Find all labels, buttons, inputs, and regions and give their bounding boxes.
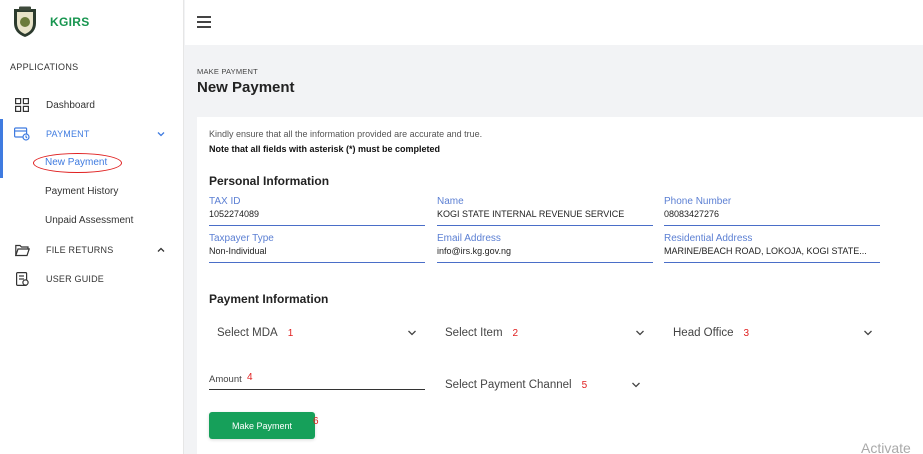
annotation-number: 4 xyxy=(247,372,253,383)
field-value: 1052274089 xyxy=(209,209,260,219)
field-value: KOGI STATE INTERNAL REVENUE SERVICE xyxy=(437,209,625,219)
office-select[interactable]: Head Office 3 xyxy=(673,322,873,344)
payment-channel-select[interactable]: Select Payment Channel 5 xyxy=(445,374,641,396)
field-label: Taxpayer Type xyxy=(209,233,274,244)
sidebar: KGIRS APPLICATIONS Dashboard PAYMENT New… xyxy=(0,0,184,454)
email-field[interactable]: Email Address info@irs.kg.gov.ng xyxy=(437,233,653,263)
select-label: Select Payment Channel xyxy=(445,379,572,391)
annotation-number: 1 xyxy=(287,327,294,339)
tax-id-field[interactable]: TAX ID 1052274089 xyxy=(209,196,425,226)
chevron-down-icon xyxy=(157,132,165,137)
chevron-down-icon xyxy=(636,330,644,336)
select-label: Select MDA xyxy=(217,327,278,339)
highlight-circle xyxy=(33,153,122,173)
guide-icon xyxy=(14,271,30,287)
kgirs-logo xyxy=(14,6,36,37)
residential-address-field[interactable]: Residential Address MARINE/BEACH ROAD, L… xyxy=(664,233,880,263)
chevron-down-icon xyxy=(408,330,416,336)
field-value: Non-Individual xyxy=(209,246,267,256)
brand-name: KGIRS xyxy=(50,15,90,29)
instruction-note: Kindly ensure that all the information p… xyxy=(209,129,483,139)
annotation-number: 5 xyxy=(581,379,588,391)
item-select[interactable]: Select Item 2 xyxy=(445,322,645,344)
folder-icon xyxy=(14,242,30,258)
mda-select[interactable]: Select MDA 1 xyxy=(217,322,417,344)
field-value: info@irs.kg.gov.ng xyxy=(437,246,512,256)
sidebar-subitem-payment-history[interactable]: Payment History xyxy=(45,186,118,197)
sidebar-item-file-returns[interactable]: FILE RETURNS xyxy=(0,237,184,263)
select-label: Select Item xyxy=(445,327,503,339)
annotation-number: 6 xyxy=(313,416,319,427)
field-label: Phone Number xyxy=(664,196,732,207)
sidebar-item-label: Dashboard xyxy=(46,99,95,111)
chevron-up-icon xyxy=(157,247,165,252)
sidebar-item-user-guide[interactable]: USER GUIDE xyxy=(0,266,184,292)
select-label: Head Office xyxy=(673,327,734,339)
sidebar-item-label: FILE RETURNS xyxy=(46,245,114,255)
breadcrumb: MAKE PAYMENT xyxy=(197,67,258,76)
taxpayer-type-field[interactable]: Taxpayer Type Non-Individual xyxy=(209,233,425,263)
payment-icon xyxy=(14,126,30,142)
sidebar-item-dashboard[interactable]: Dashboard xyxy=(0,92,184,118)
menu-icon[interactable] xyxy=(197,16,211,28)
payment-info-heading: Payment Information xyxy=(209,292,329,306)
topbar xyxy=(185,0,923,45)
dashboard-icon xyxy=(14,97,30,113)
field-label: TAX ID xyxy=(209,196,241,207)
phone-number-field[interactable]: Phone Number 08083427276 xyxy=(664,196,880,226)
required-fields-note: Note that all fields with asterisk (*) m… xyxy=(209,144,441,154)
sidebar-section-title: APPLICATIONS xyxy=(10,62,79,72)
field-value: 08083427276 xyxy=(664,209,720,219)
name-field[interactable]: Name KOGI STATE INTERNAL REVENUE SERVICE xyxy=(437,196,653,226)
field-value: MARINE/BEACH ROAD, LOKOJA, KOGI STATE... xyxy=(664,246,867,256)
page-title: New Payment xyxy=(197,79,295,96)
chevron-down-icon xyxy=(864,330,872,336)
sidebar-item-label: USER GUIDE xyxy=(46,274,105,284)
annotation-number: 2 xyxy=(512,327,519,339)
field-label: Email Address xyxy=(437,233,501,244)
sidebar-item-label: PAYMENT xyxy=(46,129,90,139)
chevron-down-icon xyxy=(632,382,640,388)
amount-input[interactable]: Amount 4 xyxy=(209,369,425,390)
field-label: Residential Address xyxy=(664,233,753,244)
amount-placeholder: Amount xyxy=(209,374,242,385)
personal-info-heading: Personal Information xyxy=(209,174,330,188)
brand[interactable]: KGIRS xyxy=(10,4,90,40)
make-payment-button[interactable]: Make Payment xyxy=(209,412,315,439)
sidebar-item-payment[interactable]: PAYMENT xyxy=(0,121,184,147)
payment-form-card: Kindly ensure that all the information p… xyxy=(197,117,923,454)
activate-watermark: Activate xyxy=(861,440,911,454)
annotation-number: 3 xyxy=(743,327,750,339)
field-label: Name xyxy=(437,196,464,207)
sidebar-subitem-unpaid-assessment[interactable]: Unpaid Assessment xyxy=(45,215,133,226)
